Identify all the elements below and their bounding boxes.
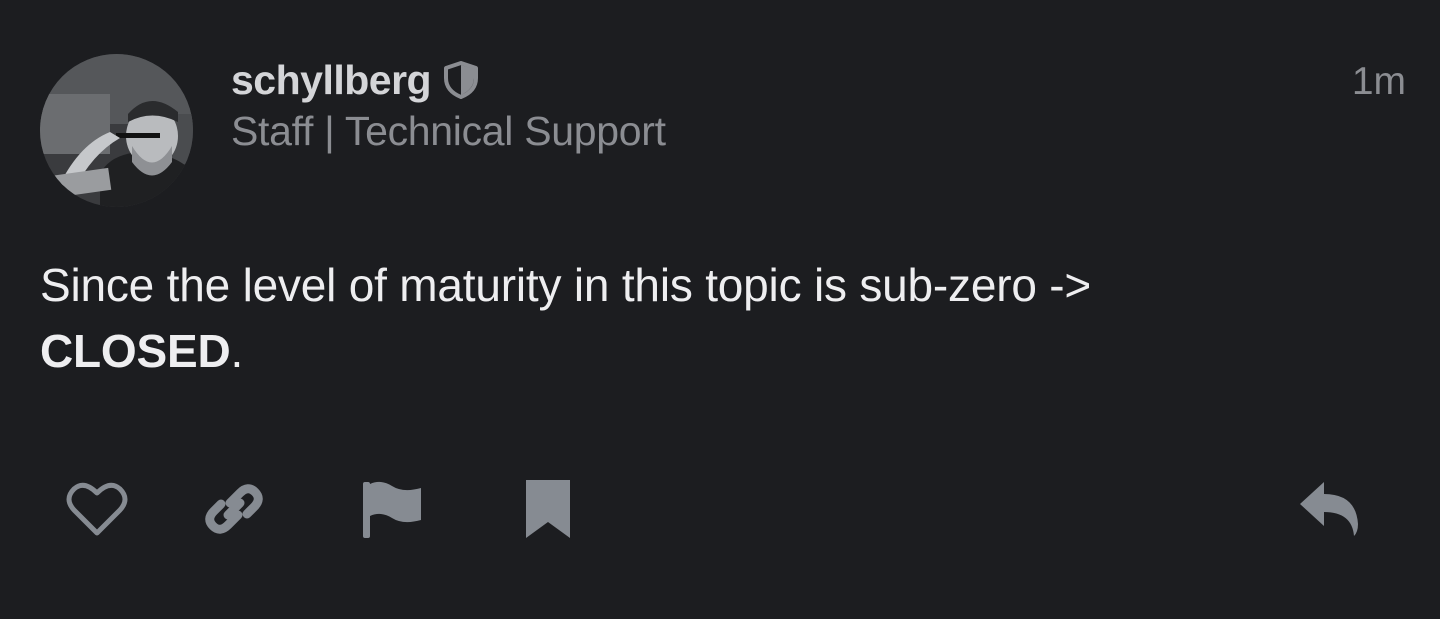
- post-body: Since the level of maturity in this topi…: [40, 252, 1340, 384]
- post-body-text: Since the level of maturity in this topi…: [40, 259, 1092, 311]
- flag-icon: [361, 478, 423, 540]
- username[interactable]: schyllberg: [231, 57, 432, 104]
- avatar-image: [40, 54, 193, 207]
- like-button[interactable]: [66, 478, 128, 540]
- post-timestamp[interactable]: 1m: [1352, 60, 1406, 104]
- post: schyllberg Staff | Technical Support 1m …: [0, 0, 1440, 619]
- heart-icon: [66, 481, 128, 537]
- flag-button[interactable]: [361, 478, 423, 540]
- shield-icon: [443, 61, 479, 99]
- post-body-emphasis: CLOSED: [40, 325, 231, 377]
- link-icon: [203, 478, 265, 540]
- avatar[interactable]: [40, 54, 193, 207]
- post-body-suffix: .: [230, 325, 244, 377]
- user-title: Staff | Technical Support: [231, 108, 666, 154]
- bookmark-button[interactable]: [517, 478, 579, 540]
- reply-button[interactable]: [1298, 478, 1360, 540]
- reply-icon: [1298, 480, 1360, 538]
- bookmark-icon: [523, 478, 573, 540]
- username-row: schyllberg: [231, 56, 479, 104]
- copy-link-button[interactable]: [203, 478, 265, 540]
